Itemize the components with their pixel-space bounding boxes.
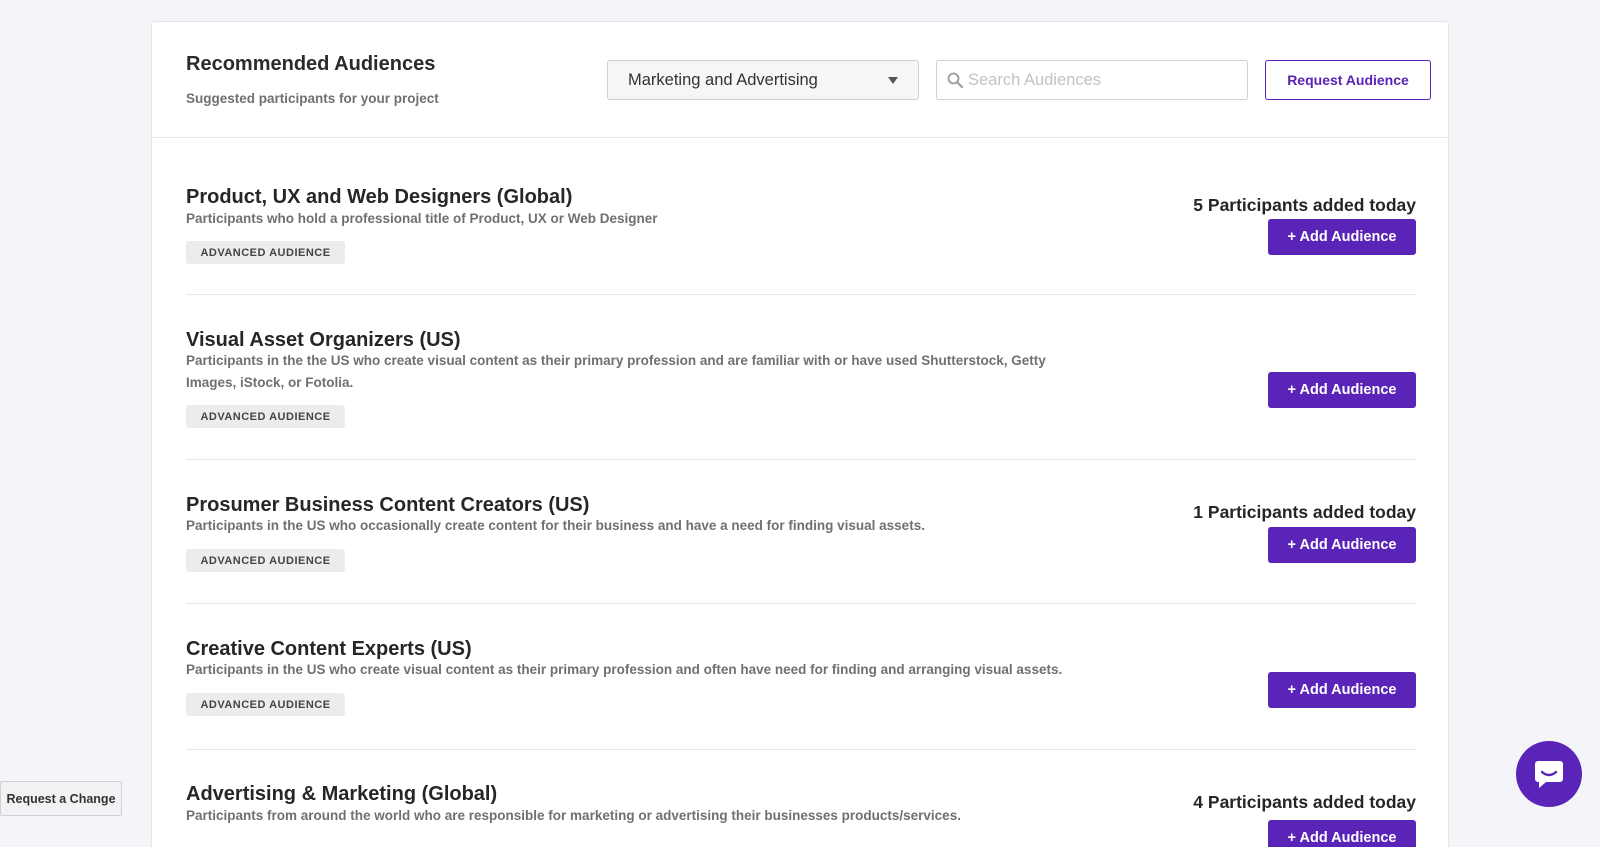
request-change-button[interactable]: Request a Change <box>0 781 122 816</box>
audiences-panel: Recommended Audiences Suggested particip… <box>151 21 1449 847</box>
audience-description: Participants from around the world who a… <box>186 808 961 823</box>
category-select[interactable]: Marketing and Advertising <box>607 60 919 100</box>
add-audience-button[interactable]: + Add Audience <box>1268 527 1416 563</box>
audience-title: Visual Asset Organizers (US) <box>186 329 461 351</box>
audience-item: Prosumer Business Content Creators (US) … <box>186 460 1416 604</box>
audience-item: Product, UX and Web Designers (Global) P… <box>186 138 1416 295</box>
audience-description: Participants in the the US who create vi… <box>186 353 1046 390</box>
add-audience-button[interactable]: + Add Audience <box>1268 820 1416 847</box>
audience-badge: ADVANCED AUDIENCE <box>186 241 345 264</box>
audience-badge: ADVANCED AUDIENCE <box>186 693 345 716</box>
panel-header: Recommended Audiences Suggested particip… <box>152 22 1448 138</box>
chat-bubble-icon <box>1535 761 1563 788</box>
audience-list: Product, UX and Web Designers (Global) P… <box>186 138 1416 847</box>
audience-item: Creative Content Experts (US) Participan… <box>186 604 1416 750</box>
add-audience-button[interactable]: + Add Audience <box>1268 372 1416 408</box>
audience-title: Prosumer Business Content Creators (US) <box>186 494 590 516</box>
add-audience-button[interactable]: + Add Audience <box>1268 219 1416 255</box>
audience-title: Product, UX and Web Designers (Global) <box>186 186 573 208</box>
audience-badge: ADVANCED AUDIENCE <box>186 405 345 428</box>
audience-title: Creative Content Experts (US) <box>186 638 472 660</box>
category-select-value: Marketing and Advertising <box>628 70 818 89</box>
audience-item: Visual Asset Organizers (US) Participant… <box>186 295 1416 460</box>
participants-count: 4 Participants added today <box>1193 792 1416 812</box>
audience-description: Participants in the US who create visual… <box>186 662 1063 677</box>
search-icon <box>947 72 963 88</box>
search-input[interactable] <box>968 61 1238 99</box>
add-audience-button[interactable]: + Add Audience <box>1268 672 1416 708</box>
participants-count: 5 Participants added today <box>1193 195 1416 215</box>
search-box <box>936 60 1248 100</box>
audience-description: Participants in the US who occasionally … <box>186 518 925 533</box>
participants-count: 1 Participants added today <box>1193 502 1416 522</box>
chat-button[interactable] <box>1516 741 1582 807</box>
audience-badge: ADVANCED AUDIENCE <box>186 549 345 572</box>
audience-item: Advertising & Marketing (Global) Partici… <box>186 750 1416 847</box>
caret-down-icon <box>888 77 898 84</box>
request-audience-button[interactable]: Request Audience <box>1265 60 1431 100</box>
page-title: Recommended Audiences <box>186 53 436 75</box>
page-subtitle: Suggested participants for your project <box>186 91 439 106</box>
audience-description: Participants who hold a professional tit… <box>186 211 658 226</box>
audience-title: Advertising & Marketing (Global) <box>186 783 498 805</box>
